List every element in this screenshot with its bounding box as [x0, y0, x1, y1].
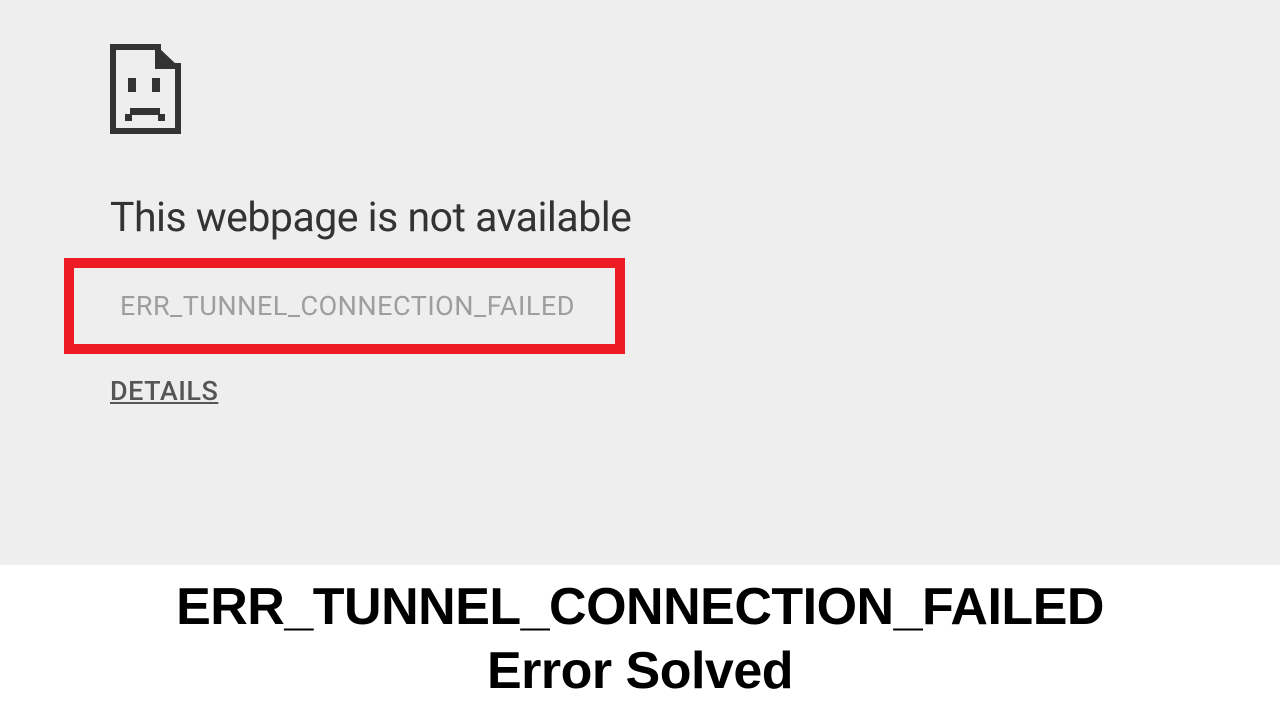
details-link[interactable]: DETAILS [110, 375, 218, 407]
caption-line-1: ERR_TUNNEL_CONNECTION_FAILED [176, 577, 1104, 637]
error-code-text: ERR_TUNNEL_CONNECTION_FAILED [120, 290, 575, 322]
caption-line-2: Error Solved [487, 641, 793, 701]
error-heading: This webpage is not available [110, 194, 1280, 242]
sad-page-icon [110, 44, 182, 134]
caption-container: ERR_TUNNEL_CONNECTION_FAILED Error Solve… [0, 565, 1280, 720]
error-code-highlight-box: ERR_TUNNEL_CONNECTION_FAILED [64, 258, 625, 354]
error-page-container: This webpage is not available ERR_TUNNEL… [0, 0, 1280, 565]
